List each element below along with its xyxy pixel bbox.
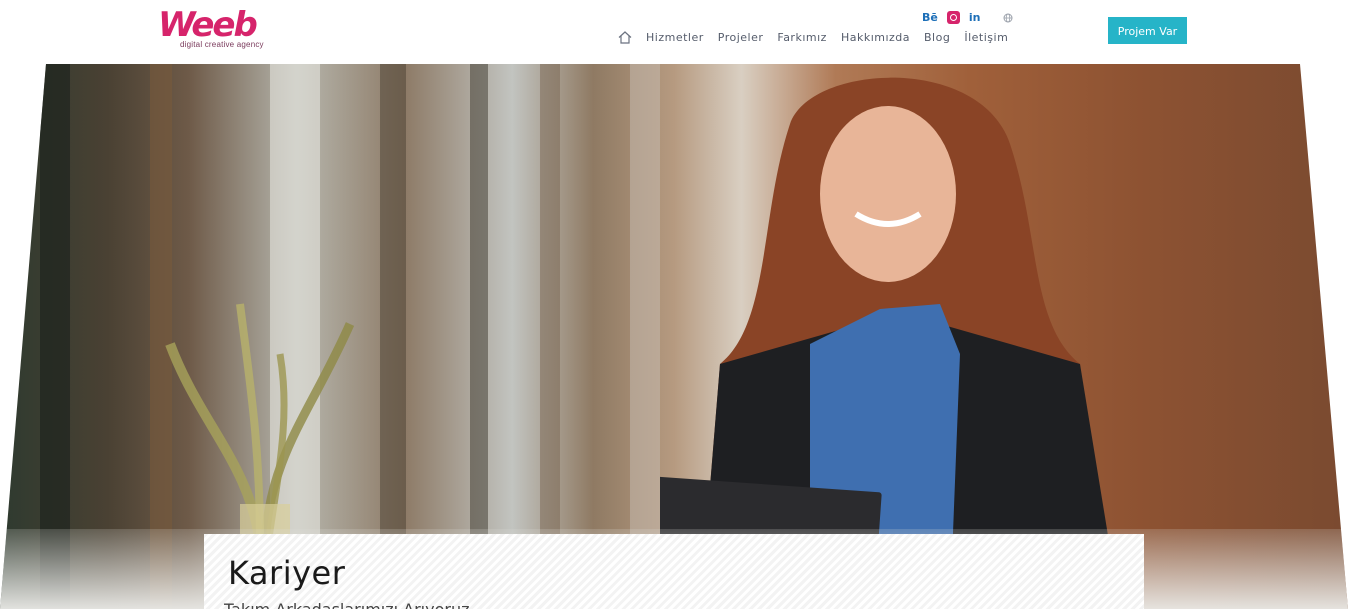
logo[interactable]: Weeb digital creative agency (158, 8, 268, 52)
instagram-icon[interactable] (946, 11, 960, 24)
home-icon[interactable] (618, 30, 632, 44)
nav-item-blog[interactable]: Blog (924, 31, 950, 44)
site-header: Weeb digital creative agency Bē in Hizme… (48, 0, 1300, 64)
globe-icon[interactable] (1003, 13, 1013, 23)
page-subtitle: Takım Arkadaşlarımızı Arıyoruz (224, 600, 470, 609)
logo-tagline: digital creative agency (180, 40, 264, 49)
main-nav: Hizmetler Projeler Farkımız Hakkımızda B… (618, 29, 1022, 45)
nav-item-hizmetler[interactable]: Hizmetler (646, 31, 704, 44)
page-title: Kariyer (228, 554, 346, 592)
nav-item-hakkimizda[interactable]: Hakkımızda (841, 31, 910, 44)
hero-title-card: Kariyer Takım Arkadaşlarımızı Arıyoruz (204, 534, 1144, 609)
hero-image: Kariyer Takım Arkadaşlarımızı Arıyoruz (0, 64, 1348, 609)
behance-icon[interactable]: Bē (922, 11, 938, 24)
nav-item-projeler[interactable]: Projeler (718, 31, 764, 44)
projem-var-button[interactable]: Projem Var (1108, 17, 1187, 44)
logo-wordmark: Weeb (158, 5, 258, 45)
plant-illustration (165, 303, 355, 544)
nav-item-iletisim[interactable]: İletişim (964, 31, 1008, 44)
woman-photo (660, 77, 1120, 609)
social-links: Bē in (922, 11, 1013, 24)
nav-item-farkimiz[interactable]: Farkımız (777, 31, 827, 44)
linkedin-icon[interactable]: in (969, 11, 981, 24)
